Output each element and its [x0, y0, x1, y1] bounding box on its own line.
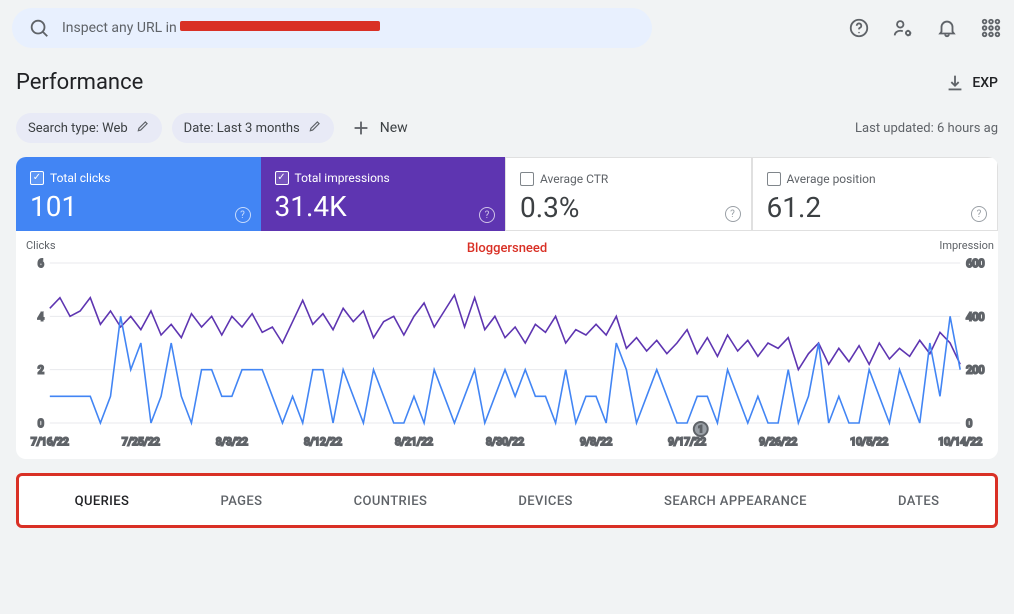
tab-search-appearance[interactable]: SEARCH APPEARANCE — [664, 494, 807, 509]
export-label: EXP — [972, 75, 998, 91]
pencil-icon — [136, 119, 150, 137]
metric-average-ctr[interactable]: Average CTR 0.3% ? — [505, 157, 752, 231]
svg-text:9/8/22: 9/8/22 — [580, 435, 612, 448]
apps-grid-icon[interactable] — [980, 17, 1002, 39]
filter-chip-row: Search type: Web Date: Last 3 months New… — [0, 113, 1014, 157]
metric-value: 0.3% — [520, 191, 737, 224]
svg-text:0: 0 — [38, 417, 44, 430]
metric-label: Total clicks — [50, 171, 110, 185]
chip-date-range-label: Date: Last 3 months — [184, 121, 300, 136]
export-button[interactable]: EXP — [944, 72, 998, 94]
svg-text:0: 0 — [966, 417, 972, 430]
plus-icon — [350, 117, 372, 139]
redacted-domain — [180, 21, 380, 31]
help-icon[interactable]: ? — [235, 207, 251, 223]
help-icon[interactable]: ? — [479, 207, 495, 223]
y-axis-left-title: Clicks — [26, 239, 56, 252]
metric-label: Average position — [787, 172, 876, 186]
search-placeholder: Inspect any URL in — [62, 20, 380, 36]
new-filter-label: New — [380, 120, 408, 136]
dimension-tabs: QUERIES PAGES COUNTRIES DEVICES SEARCH A… — [16, 473, 998, 528]
metric-row: Total clicks 101 ? Total impressions 31.… — [16, 157, 998, 231]
page-title: Performance — [16, 70, 143, 95]
svg-text:8/3/22: 8/3/22 — [216, 435, 248, 448]
metric-total-clicks[interactable]: Total clicks 101 ? — [16, 157, 261, 231]
tab-devices[interactable]: DEVICES — [518, 494, 572, 509]
notifications-icon[interactable] — [936, 17, 958, 39]
top-actions — [848, 17, 1002, 39]
help-icon[interactable]: ? — [725, 206, 741, 222]
performance-card: Total clicks 101 ? Total impressions 31.… — [16, 157, 998, 459]
pencil-icon — [308, 119, 322, 137]
chart-area: Clicks Impression Bloggersneed 0 0 2 200 4 40… — [16, 231, 998, 459]
chip-search-type[interactable]: Search type: Web — [16, 113, 162, 143]
svg-text:10/14/22: 10/14/22 — [938, 435, 982, 448]
svg-text:400: 400 — [966, 310, 984, 323]
help-icon[interactable]: ? — [971, 206, 987, 222]
tab-pages[interactable]: PAGES — [220, 494, 262, 509]
checkbox-icon — [767, 172, 781, 186]
tab-dates[interactable]: DATES — [898, 494, 939, 509]
metric-value: 101 — [30, 190, 247, 223]
svg-text:9/26/22: 9/26/22 — [759, 435, 797, 448]
metric-value: 61.2 — [767, 191, 984, 224]
svg-text:7/25/22: 7/25/22 — [122, 435, 160, 448]
metric-average-position[interactable]: Average position 61.2 ? — [752, 157, 999, 231]
svg-text:8/21/22: 8/21/22 — [395, 435, 433, 448]
svg-text:8/30/22: 8/30/22 — [486, 435, 524, 448]
y-axis-right-title: Impression — [939, 239, 994, 252]
add-filter-button[interactable]: New — [350, 117, 408, 139]
search-icon — [28, 17, 50, 39]
page-header: Performance EXP — [0, 56, 1014, 113]
help-icon[interactable] — [848, 17, 870, 39]
download-icon — [944, 72, 966, 94]
svg-text:10/5/22: 10/5/22 — [850, 435, 888, 448]
watermark-text: Bloggersneed — [467, 241, 547, 256]
svg-text:200: 200 — [966, 364, 984, 377]
metric-value: 31.4K — [275, 190, 492, 223]
svg-text:8/12/22: 8/12/22 — [304, 435, 342, 448]
svg-text:6: 6 — [38, 257, 44, 270]
chip-date-range[interactable]: Date: Last 3 months — [172, 113, 334, 143]
svg-text:1: 1 — [698, 425, 703, 435]
users-settings-icon[interactable] — [892, 17, 914, 39]
performance-chart: 0 0 2 200 4 400 6 600 7/16/22 7/25/22 8/3/22 8/12/2… — [20, 243, 994, 453]
metric-total-impressions[interactable]: Total impressions 31.4K ? — [261, 157, 506, 231]
svg-text:600: 600 — [966, 257, 984, 270]
svg-text:4: 4 — [38, 310, 44, 323]
svg-text:7/16/22: 7/16/22 — [31, 435, 69, 448]
checkbox-icon — [275, 171, 289, 185]
metric-label: Average CTR — [540, 172, 608, 186]
tab-queries[interactable]: QUERIES — [75, 494, 130, 509]
tab-countries[interactable]: COUNTRIES — [354, 494, 428, 509]
top-bar: Inspect any URL in — [0, 0, 1014, 56]
checkbox-icon — [520, 172, 534, 186]
last-updated-text: Last updated: 6 hours ag — [855, 121, 998, 136]
chip-search-type-label: Search type: Web — [28, 121, 128, 136]
svg-text:2: 2 — [38, 364, 44, 377]
metric-label: Total impressions — [295, 171, 390, 185]
checkbox-icon — [30, 171, 44, 185]
url-inspect-search[interactable]: Inspect any URL in — [12, 8, 652, 48]
